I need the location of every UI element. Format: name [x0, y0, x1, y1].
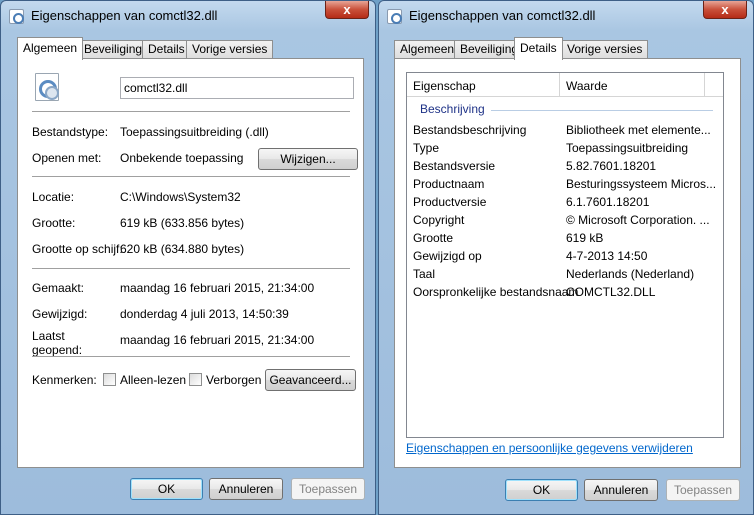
- prop-name: Copyright: [413, 213, 465, 227]
- prop-name: Productnaam: [413, 177, 485, 191]
- advanced-button[interactable]: Geavanceerd...: [265, 369, 356, 391]
- readonly-label: Alleen-lezen: [120, 373, 187, 387]
- properties-window-general: Eigenschappen van comctl32.dll x Algemee…: [0, 0, 376, 515]
- prop-value: Bibliotheek met elemente...: [566, 123, 711, 137]
- size-on-disk-value: 620 kB (634.880 bytes): [120, 242, 245, 256]
- prop-name: Productversie: [413, 195, 487, 209]
- prop-value: Nederlands (Nederland): [566, 267, 695, 281]
- readonly-checkbox[interactable]: [103, 373, 116, 386]
- created-label: Gemaakt:: [32, 281, 85, 295]
- divider: [32, 111, 350, 112]
- size-on-disk-label: Grootte op schijf:: [32, 242, 123, 256]
- window-title: Eigenschappen van comctl32.dll: [409, 8, 596, 23]
- column-divider[interactable]: [559, 73, 560, 97]
- file-icon: [387, 9, 402, 24]
- cancel-button[interactable]: Annuleren: [209, 478, 283, 500]
- tab-details[interactable]: Details: [142, 40, 191, 59]
- prop-name: Type: [413, 141, 440, 155]
- prop-value: © Microsoft Corporation. ...: [566, 213, 710, 227]
- remove-properties-link[interactable]: Eigenschappen en persoonlijke gegevens v…: [406, 441, 693, 455]
- file-icon: [9, 9, 24, 24]
- prop-name: Taal: [413, 267, 436, 281]
- list-header: Eigenschap Waarde: [407, 73, 723, 97]
- hidden-label: Verborgen: [206, 373, 262, 387]
- tab-vorige-versies[interactable]: Vorige versies: [186, 40, 274, 59]
- prop-name: Bestandsbeschrijving: [413, 123, 527, 137]
- prop-name: Oorspronkelijke bestandsnaam: [413, 285, 579, 299]
- tab-algemeen[interactable]: Algemeen: [394, 40, 461, 59]
- tab-details[interactable]: Details: [514, 37, 563, 60]
- size-value: 619 kB (633.856 bytes): [120, 216, 245, 230]
- prop-value: 4-7-2013 14:50: [566, 249, 648, 263]
- divider: [32, 176, 350, 177]
- hidden-checkbox[interactable]: [189, 373, 202, 386]
- prop-name: Grootte: [413, 231, 454, 245]
- window-title: Eigenschappen van comctl32.dll: [31, 8, 218, 23]
- modified-value: donderdag 4 juli 2013, 14:50:39: [120, 307, 289, 321]
- section-title: Beschrijving: [420, 102, 485, 116]
- location-label: Locatie:: [32, 190, 75, 204]
- prop-name: Bestandsversie: [413, 159, 496, 173]
- apply-button[interactable]: Toepassen: [666, 479, 740, 501]
- created-value: maandag 16 februari 2015, 21:34:00: [120, 281, 315, 295]
- prop-value: Besturingssysteem Micros...: [566, 177, 717, 191]
- prop-value: 6.1.7601.18201: [566, 195, 650, 209]
- prop-name: Gewijzigd op: [413, 249, 482, 263]
- modified-label: Gewijzigd:: [32, 307, 88, 321]
- tab-algemeen[interactable]: Algemeen: [17, 37, 84, 60]
- close-button[interactable]: x: [703, 1, 747, 19]
- attributes-label: Kenmerken:: [32, 373, 97, 387]
- ok-button[interactable]: OK: [505, 479, 578, 501]
- filetype-value: Toepassingsuitbreiding (.dll): [120, 125, 269, 139]
- properties-list[interactable]: Eigenschap Waarde Beschrijving Bestandsb…: [406, 72, 724, 438]
- divider: [32, 356, 350, 357]
- prop-value: Toepassingsuitbreiding: [566, 141, 689, 155]
- change-button[interactable]: Wijzigen...: [258, 148, 358, 170]
- section-divider: [491, 110, 713, 111]
- opens-with-value: Onbekende toepassing: [120, 151, 244, 165]
- dll-file-icon: [35, 73, 59, 101]
- column-header-property[interactable]: Eigenschap: [413, 79, 476, 93]
- location-value: C:\Windows\System32: [120, 190, 241, 204]
- filetype-label: Bestandstype:: [32, 125, 109, 139]
- accessed-value: maandag 16 februari 2015, 21:34:00: [120, 333, 315, 347]
- divider: [32, 268, 350, 269]
- accessed-label-line1: Laatst: [32, 329, 65, 343]
- opens-with-label: Openen met:: [32, 151, 102, 165]
- ok-button[interactable]: OK: [130, 478, 203, 500]
- prop-value: 619 kB: [566, 231, 604, 245]
- tab-beveiliging[interactable]: Beveiliging: [78, 40, 149, 59]
- title-bar[interactable]: Eigenschappen van comctl32.dll x: [379, 1, 753, 31]
- size-label: Grootte:: [32, 216, 76, 230]
- filename-field[interactable]: comctl32.dll: [120, 77, 354, 99]
- column-header-value[interactable]: Waarde: [566, 79, 608, 93]
- details-panel: Eigenschap Waarde Beschrijving Bestandsb…: [394, 58, 741, 468]
- close-button[interactable]: x: [325, 1, 369, 19]
- prop-value: 5.82.7601.18201: [566, 159, 657, 173]
- cancel-button[interactable]: Annuleren: [584, 479, 658, 501]
- tab-vorige-versies[interactable]: Vorige versies: [561, 40, 649, 59]
- properties-window-details: Eigenschappen van comctl32.dll x Algemee…: [378, 0, 754, 515]
- title-bar[interactable]: Eigenschappen van comctl32.dll x: [1, 1, 375, 31]
- column-divider[interactable]: [704, 73, 705, 97]
- accessed-label-line2: geopend:: [32, 343, 83, 357]
- apply-button[interactable]: Toepassen: [291, 478, 365, 500]
- general-panel: comctl32.dll Bestandstype: Toepassingsui…: [17, 58, 364, 468]
- prop-value: COMCTL32.DLL: [566, 285, 656, 299]
